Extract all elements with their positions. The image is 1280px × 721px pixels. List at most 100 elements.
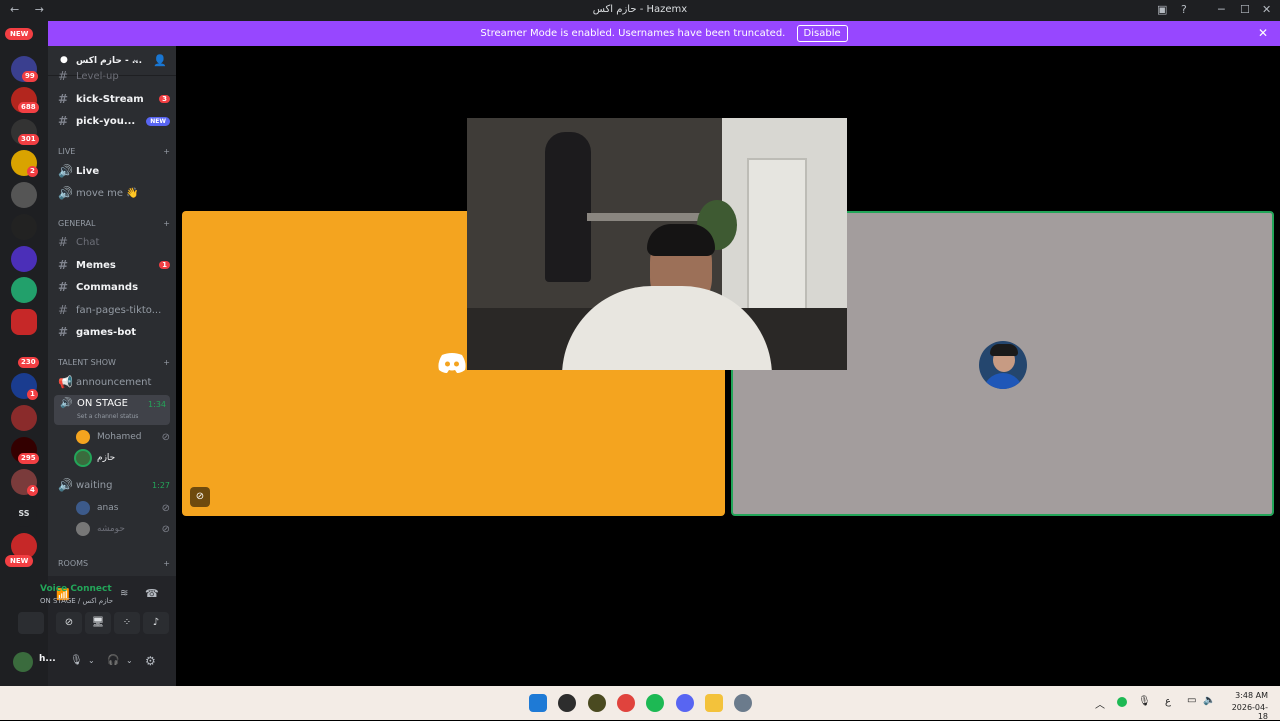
activities-button[interactable]: ⁘ — [114, 612, 140, 634]
network-icon[interactable]: ▭ — [1187, 695, 1196, 706]
category-live[interactable]: LIVE + — [58, 147, 170, 156]
mute-icon: ⊘ — [161, 431, 170, 443]
category-talent-show[interactable]: TALENT SHOW + — [58, 358, 170, 367]
chrome-icon[interactable] — [617, 694, 635, 712]
chevron-up-icon[interactable]: ︿ — [1095, 696, 1105, 711]
mention-badge: 688 — [18, 102, 39, 113]
avatar — [76, 430, 90, 444]
voice-channel-item[interactable]: 🔊 waiting 1:27 — [58, 476, 170, 494]
avatar — [76, 451, 90, 465]
server-icon[interactable] — [11, 277, 37, 303]
discord-icon[interactable] — [676, 694, 694, 712]
close-window-button[interactable]: ✕ — [1262, 3, 1271, 16]
obs-icon[interactable] — [558, 694, 576, 712]
new-unreads-pill[interactable]: NEW — [5, 28, 34, 40]
noise-suppression-icon[interactable]: ≋ — [120, 588, 128, 599]
mute-icon: ⊘ — [161, 502, 170, 514]
server-icon[interactable] — [11, 405, 37, 431]
server-icon[interactable]: SS — [11, 501, 37, 527]
voice-channel-link[interactable]: ON STAGE / حازم اكس — [40, 597, 113, 605]
gear-icon[interactable]: ⚙ — [145, 654, 156, 668]
close-icon[interactable]: ✕ — [1258, 21, 1268, 46]
voice-channel-item[interactable]: 🔊 move me 👋 — [58, 184, 170, 202]
voice-user[interactable]: Mohamed ⊘ — [76, 428, 170, 446]
server-icon[interactable] — [11, 246, 37, 272]
volume-icon[interactable]: 🔈 — [1203, 695, 1215, 706]
language-indicator[interactable]: ع — [1165, 696, 1171, 707]
plus-icon[interactable]: + — [163, 147, 170, 156]
voice-user[interactable]: حومشه ⊘ — [76, 520, 170, 538]
channel-name: Chat — [76, 236, 100, 248]
active-voice-channel[interactable]: 🔊 ON STAGE 1:34 Set a channel status — [54, 395, 170, 425]
plus-icon[interactable]: + — [163, 358, 170, 367]
hash-icon: # — [58, 258, 69, 272]
channel-item[interactable]: # Chat — [58, 233, 170, 251]
inbox-icon[interactable]: ▣ — [1157, 3, 1167, 16]
microphone-icon[interactable]: 🎙 — [1138, 696, 1151, 707]
category-general[interactable]: general + — [58, 219, 170, 228]
disconnect-icon[interactable]: ☎ — [145, 587, 159, 600]
window-title: حازم اكس - Hazemx — [592, 4, 688, 15]
user-name: حومشه — [97, 524, 125, 534]
category-rooms[interactable]: ROOMS + — [58, 559, 170, 568]
announcement-channel[interactable]: 📢 announcement — [58, 373, 170, 391]
clock-time[interactable]: 3:48 AM — [1226, 691, 1268, 700]
avatar — [979, 341, 1027, 389]
help-icon[interactable]: ? — [1181, 3, 1187, 16]
discord-logo-icon — [438, 353, 466, 373]
voice-user[interactable]: anas ⊘ — [76, 499, 170, 517]
channel-name: ON STAGE — [77, 398, 128, 409]
server-icon[interactable] — [11, 182, 37, 208]
plus-icon[interactable]: + — [163, 559, 170, 568]
mention-badge: 230 — [18, 357, 39, 368]
add-member-icon[interactable]: 👤 — [153, 54, 167, 67]
chevron-down-icon[interactable]: ⌄ — [126, 656, 133, 665]
app-icon[interactable] — [588, 694, 606, 712]
disable-button[interactable]: Disable — [796, 25, 848, 42]
camera-off-button[interactable]: ⊘ — [56, 612, 82, 634]
spotify-icon[interactable] — [646, 694, 664, 712]
soundboard-button[interactable]: ♪ — [143, 612, 169, 634]
avatar[interactable] — [13, 652, 33, 672]
minimize-button[interactable]: ─ — [1218, 3, 1225, 16]
channel-item[interactable]: # fan-pages-tikto... — [58, 301, 170, 319]
channel-status[interactable]: Set a channel status — [77, 413, 138, 420]
maximize-button[interactable]: ☐ — [1240, 3, 1250, 16]
start-icon[interactable] — [529, 694, 547, 712]
screen-share-button[interactable]: 🖥 — [85, 612, 111, 634]
channel-name: Level-up — [76, 70, 119, 82]
channel-name: Memes — [76, 259, 116, 271]
mention-badge: 1 — [27, 389, 38, 400]
title-bar: ← → حازم اكس - Hazemx ▣ ? ─ ☐ ✕ — [0, 0, 1280, 21]
microphone-icon[interactable]: 🎙 — [70, 655, 83, 666]
channel-name: announcement — [76, 376, 152, 388]
user-name: h... — [39, 654, 56, 664]
channel-item[interactable]: # Memes 1 — [58, 256, 170, 274]
channel-item[interactable]: # kick-Stream 3 — [58, 90, 170, 108]
hash-icon: # — [58, 235, 69, 249]
channel-item[interactable]: # pick-you... NEW — [58, 112, 170, 130]
voice-channel-item[interactable]: 🔊 Live — [58, 162, 170, 180]
headphones-icon[interactable]: 🎧 — [107, 655, 119, 666]
plus-icon[interactable]: + — [163, 219, 170, 228]
new-unreads-pill[interactable]: NEW — [5, 555, 34, 567]
streamer-mode-banner: Streamer Mode is enabled. Usernames have… — [48, 21, 1280, 46]
server-icon[interactable] — [11, 309, 37, 335]
settings-icon[interactable] — [734, 694, 752, 712]
speaker-icon: 🔊 — [58, 164, 73, 178]
camera-video-feed[interactable] — [467, 118, 847, 370]
channel-item[interactable]: # Commands — [58, 278, 170, 296]
voice-timer: 1:27 — [152, 480, 170, 490]
hash-icon: # — [58, 280, 69, 294]
chevron-down-icon[interactable]: ⌄ — [132, 55, 140, 65]
channel-item[interactable]: # Level-up — [58, 67, 170, 85]
chevron-down-icon[interactable]: ⌄ — [88, 656, 95, 665]
voice-timer: 1:34 — [148, 400, 166, 409]
clock-date[interactable]: 2026-04-18 — [1222, 703, 1268, 721]
server-icon[interactable] — [11, 214, 37, 240]
file-explorer-icon[interactable] — [705, 694, 723, 712]
camera-off-button[interactable] — [18, 612, 44, 634]
voice-user[interactable]: حازم — [76, 449, 170, 467]
tray-icon[interactable] — [1117, 697, 1127, 707]
channel-item[interactable]: # games-bot — [58, 323, 170, 341]
